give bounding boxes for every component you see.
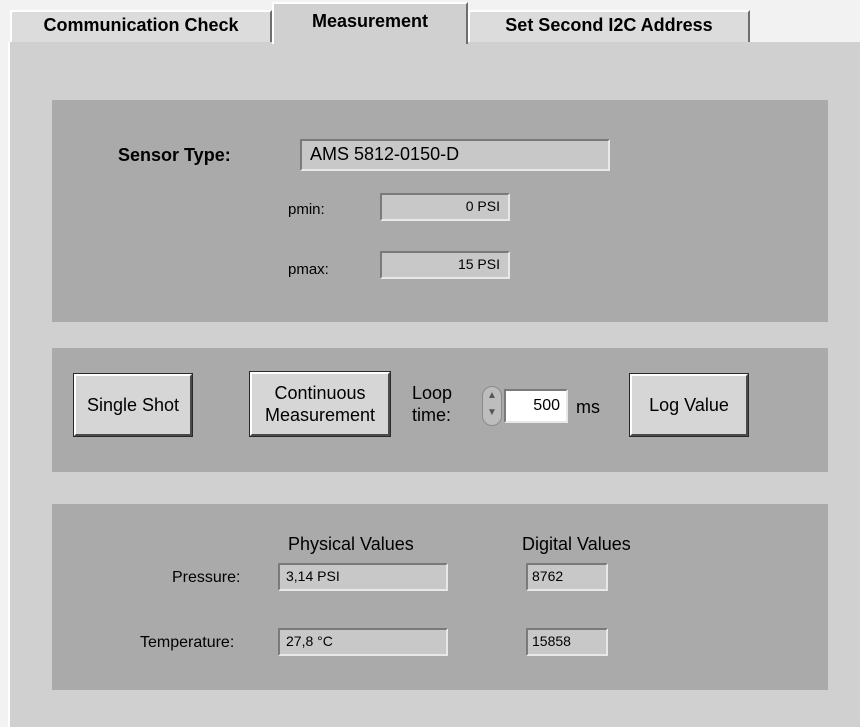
- pressure-digital-field: 8762: [526, 563, 608, 591]
- log-value-button[interactable]: Log Value: [629, 373, 749, 437]
- pmax-field: 15 PSI: [380, 251, 510, 279]
- sensor-info-panel: Sensor Type: AMS 5812-0150-D pmin: 0 PSI…: [52, 100, 828, 322]
- loop-time-label-line2: time:: [412, 405, 452, 425]
- decrement-arrow-icon[interactable]: ▼: [483, 404, 501, 421]
- loop-time-unit: ms: [576, 397, 600, 417]
- tab-communication-check[interactable]: Communication Check: [10, 10, 272, 42]
- loop-time-input[interactable]: 500: [504, 389, 568, 423]
- sensor-type-field: AMS 5812-0150-D: [300, 139, 610, 171]
- pressure-label: Pressure:: [172, 569, 241, 586]
- increment-arrow-icon[interactable]: ▲: [483, 387, 501, 404]
- loop-time-label-line1: Loop: [412, 383, 453, 403]
- pmax-label: pmax:: [288, 261, 329, 278]
- sensor-type-label: Sensor Type:: [118, 145, 231, 165]
- temperature-digital-field: 15858: [526, 628, 608, 656]
- tab-set-second-i2c-address[interactable]: Set Second I2C Address: [468, 10, 750, 42]
- physical-values-header: Physical Values: [288, 534, 414, 554]
- measurement-values-panel: Physical Values Digital Values Pressure:…: [52, 504, 828, 690]
- continuous-measurement-line1: Continuous: [274, 383, 366, 403]
- pmin-label: pmin:: [288, 201, 325, 218]
- tab-measurement[interactable]: Measurement: [272, 2, 468, 44]
- measurement-controls-panel: Single Shot Continuous Measurement Loop …: [52, 348, 828, 472]
- pressure-physical-field: 3,14 PSI: [278, 563, 448, 591]
- loop-time-label: Loop time:: [412, 382, 452, 426]
- single-shot-button[interactable]: Single Shot: [73, 373, 193, 437]
- temperature-label: Temperature:: [140, 634, 235, 651]
- pmin-field: 0 PSI: [380, 193, 510, 221]
- continuous-measurement-line2: Measurement: [264, 405, 376, 425]
- measurement-tab-content: Sensor Type: AMS 5812-0150-D pmin: 0 PSI…: [8, 42, 860, 727]
- loop-time-stepper[interactable]: ▲ ▼: [482, 386, 502, 426]
- digital-values-header: Digital Values: [522, 534, 631, 554]
- app-window: Communication Check Set Second I2C Addre…: [0, 0, 860, 727]
- continuous-measurement-button[interactable]: Continuous Measurement: [249, 371, 391, 437]
- temperature-physical-field: 27,8 °C: [278, 628, 448, 656]
- tab-strip: Communication Check Set Second I2C Addre…: [0, 0, 860, 44]
